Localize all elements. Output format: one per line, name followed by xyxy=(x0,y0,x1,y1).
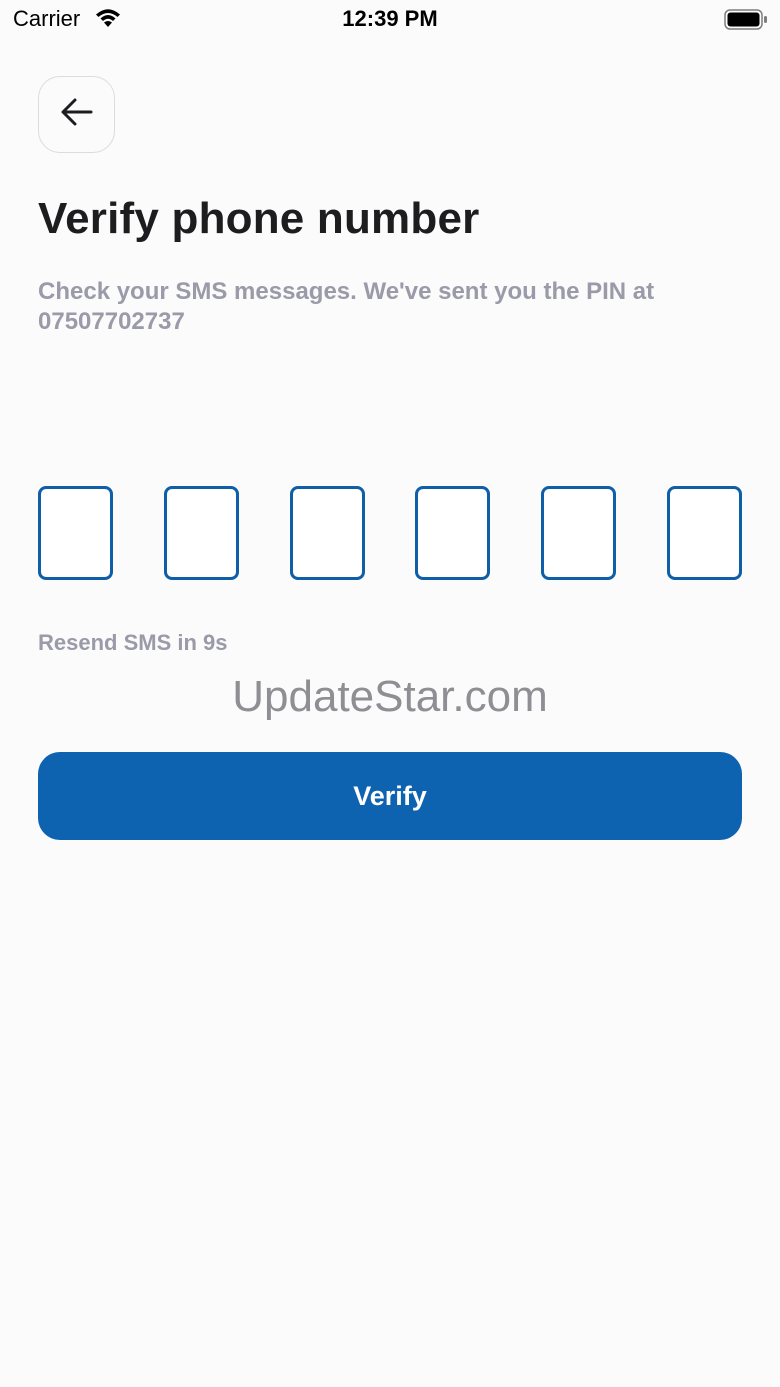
battery-icon xyxy=(724,9,768,36)
pin-input-group xyxy=(38,486,742,580)
page-title: Verify phone number xyxy=(38,194,480,243)
status-bar: Carrier 12:39 PM xyxy=(0,0,780,40)
pin-digit-1[interactable] xyxy=(38,486,113,580)
sms-instructions: Check your SMS messages. We've sent you … xyxy=(38,278,655,335)
pin-digit-5[interactable] xyxy=(541,486,617,580)
pin-digit-4[interactable] xyxy=(415,486,491,580)
resend-countdown: Resend SMS in 9s xyxy=(38,630,228,655)
verify-button[interactable]: Verify xyxy=(38,752,742,840)
arrow-left-icon xyxy=(60,97,94,132)
status-time: 12:39 PM xyxy=(342,6,438,31)
pin-digit-2[interactable] xyxy=(163,486,239,580)
pin-digit-3[interactable] xyxy=(289,486,365,580)
pin-digit-6[interactable] xyxy=(666,486,742,580)
watermark: UpdateStar.com xyxy=(232,672,548,721)
back-button[interactable] xyxy=(38,76,115,153)
